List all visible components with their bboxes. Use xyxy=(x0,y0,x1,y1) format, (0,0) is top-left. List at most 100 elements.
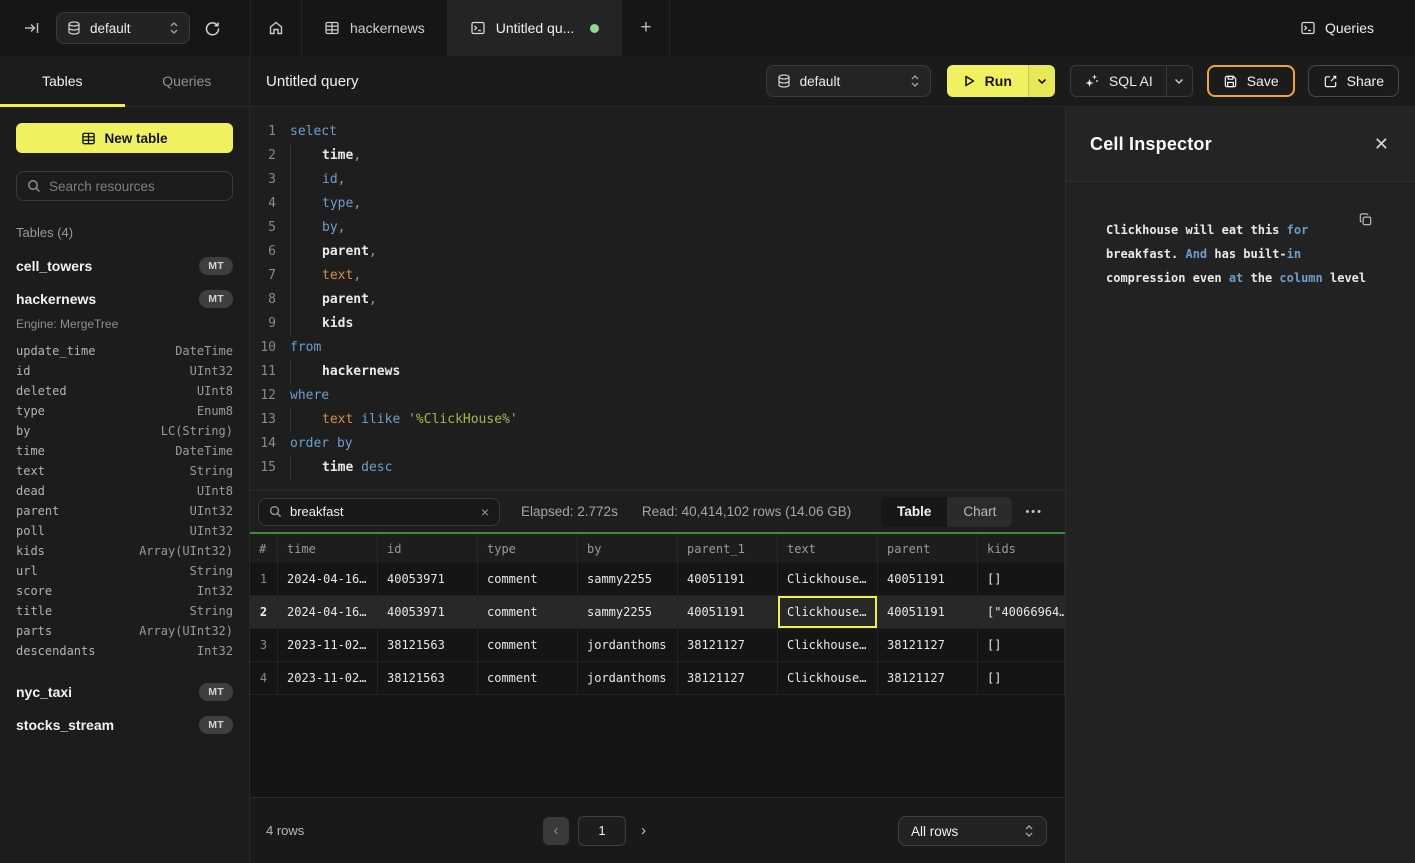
copy-icon[interactable] xyxy=(1358,212,1373,227)
sidebar-tab-queries[interactable]: Queries xyxy=(125,56,250,106)
table-cell[interactable]: 40051191 xyxy=(678,563,778,595)
table-cell[interactable]: 38121563 xyxy=(378,662,478,694)
table-cell[interactable]: 2024-04-16… xyxy=(278,563,378,595)
column-row[interactable]: descendantsInt32 xyxy=(16,641,233,661)
table-cell[interactable]: 38121127 xyxy=(678,662,778,694)
sidebar-item-cell-towers[interactable]: cell_towers MT xyxy=(16,249,233,282)
close-icon[interactable]: ✕ xyxy=(1374,135,1389,153)
table-cell[interactable]: jordanthoms xyxy=(578,662,678,694)
column-header-type[interactable]: type xyxy=(478,534,578,563)
column-header-time[interactable]: time xyxy=(278,534,378,563)
column-row[interactable]: titleString xyxy=(16,601,233,621)
database-selector[interactable]: default xyxy=(56,12,190,44)
table-cell[interactable]: comment xyxy=(478,662,578,694)
column-row[interactable]: update_timeDateTime xyxy=(16,341,233,361)
sidebar-tab-tables[interactable]: Tables xyxy=(0,56,125,106)
table-cell[interactable]: comment xyxy=(478,563,578,595)
code-line[interactable]: 9kids xyxy=(250,312,1065,336)
results-search-input[interactable] xyxy=(290,504,473,519)
run-button[interactable]: Run xyxy=(947,65,1055,97)
run-button-main[interactable]: Run xyxy=(947,65,1028,97)
tab-untitled-query[interactable]: Untitled qu... xyxy=(448,0,623,56)
table-cell[interactable]: 38121127 xyxy=(678,629,778,661)
table-row[interactable]: 42023-11-02…38121563commentjordanthoms38… xyxy=(250,662,1065,695)
code-line[interactable]: 1select xyxy=(250,120,1065,144)
code-line[interactable]: 15time desc xyxy=(250,456,1065,480)
table-row[interactable]: 22024-04-16…40053971commentsammy22554005… xyxy=(250,596,1065,629)
column-header-id[interactable]: id xyxy=(378,534,478,563)
new-tab-button[interactable]: + xyxy=(622,0,670,56)
view-tab-chart[interactable]: Chart xyxy=(947,497,1012,527)
prev-page-button[interactable]: ‹ xyxy=(543,817,569,845)
page-size-selector[interactable]: All rows xyxy=(898,816,1047,846)
code-line[interactable]: 14order by xyxy=(250,432,1065,456)
run-options-caret[interactable] xyxy=(1028,65,1055,97)
table-cell[interactable]: Clickhouse… xyxy=(778,629,878,661)
sql-ai-button[interactable]: SQL AI xyxy=(1070,65,1193,97)
code-line[interactable]: 12where xyxy=(250,384,1065,408)
code-line[interactable]: 11hackernews xyxy=(250,360,1065,384)
column-row[interactable]: scoreInt32 xyxy=(16,581,233,601)
column-row[interactable]: textString xyxy=(16,461,233,481)
table-cell[interactable]: 40053971 xyxy=(378,596,478,628)
tab-home[interactable] xyxy=(250,0,302,56)
resource-search[interactable] xyxy=(16,171,233,201)
column-row[interactable]: parentUInt32 xyxy=(16,501,233,521)
table-cell[interactable]: 2023-11-02… xyxy=(278,629,378,661)
queries-menu-button[interactable]: Queries xyxy=(1300,0,1415,56)
table-cell[interactable]: 2024-04-16… xyxy=(278,596,378,628)
next-page-button[interactable]: › xyxy=(641,822,646,839)
column-row[interactable]: deadUInt8 xyxy=(16,481,233,501)
table-cell[interactable]: [] xyxy=(978,629,1065,661)
table-cell[interactable]: comment xyxy=(478,596,578,628)
save-button[interactable]: Save xyxy=(1207,65,1295,97)
table-cell[interactable]: 40051191 xyxy=(878,596,978,628)
sql-editor[interactable]: 1select2time,3id,4type,5by,6parent,7text… xyxy=(250,107,1065,490)
sql-ai-main[interactable]: SQL AI xyxy=(1071,66,1166,96)
collapse-sidebar-icon[interactable] xyxy=(24,20,40,36)
table-row[interactable]: 32023-11-02…38121563commentjordanthoms38… xyxy=(250,629,1065,662)
code-line[interactable]: 8parent, xyxy=(250,288,1065,312)
row-number-cell[interactable]: 2 xyxy=(250,596,278,628)
code-line[interactable]: 3id, xyxy=(250,168,1065,192)
table-cell[interactable]: [] xyxy=(978,662,1065,694)
code-line[interactable]: 4type, xyxy=(250,192,1065,216)
row-number-cell[interactable]: 3 xyxy=(250,629,278,661)
table-row[interactable]: 12024-04-16…40053971commentsammy22554005… xyxy=(250,563,1065,596)
column-row[interactable]: kidsArray(UInt32) xyxy=(16,541,233,561)
new-table-button[interactable]: New table xyxy=(16,123,233,153)
table-cell[interactable]: 2023-11-02… xyxy=(278,662,378,694)
code-line[interactable]: 6parent, xyxy=(250,240,1065,264)
column-row[interactable]: urlString xyxy=(16,561,233,581)
page-number-input[interactable] xyxy=(578,816,626,846)
column-row[interactable]: timeDateTime xyxy=(16,441,233,461)
table-cell[interactable]: [] xyxy=(978,563,1065,595)
column-header-parent_1[interactable]: parent_1 xyxy=(678,534,778,563)
sidebar-item-hackernews[interactable]: hackernews MT xyxy=(16,282,233,315)
table-cell[interactable]: jordanthoms xyxy=(578,629,678,661)
column-row[interactable]: partsArray(UInt32) xyxy=(16,621,233,641)
column-header-parent[interactable]: parent xyxy=(878,534,978,563)
table-cell[interactable]: 38121127 xyxy=(878,662,978,694)
column-header-num[interactable]: # xyxy=(250,534,278,563)
table-cell[interactable]: ["40066964… xyxy=(978,596,1065,628)
row-number-cell[interactable]: 1 xyxy=(250,563,278,595)
search-input[interactable] xyxy=(49,179,222,194)
column-row[interactable]: pollUInt32 xyxy=(16,521,233,541)
sidebar-item-stocks-stream[interactable]: stocks_stream MT xyxy=(16,708,233,741)
table-cell[interactable]: sammy2255 xyxy=(578,596,678,628)
code-line[interactable]: 10from xyxy=(250,336,1065,360)
code-line[interactable]: 5by, xyxy=(250,216,1065,240)
column-header-by[interactable]: by xyxy=(578,534,678,563)
table-cell[interactable]: 40053971 xyxy=(378,563,478,595)
table-cell[interactable]: comment xyxy=(478,629,578,661)
table-cell[interactable]: Clickhouse… xyxy=(778,662,878,694)
table-cell[interactable]: sammy2255 xyxy=(578,563,678,595)
table-cell[interactable]: Clickhouse… xyxy=(778,563,878,595)
table-cell[interactable]: 40051191 xyxy=(678,596,778,628)
column-row[interactable]: deletedUInt8 xyxy=(16,381,233,401)
table-cell[interactable]: Clickhouse… xyxy=(778,596,878,628)
sql-ai-caret[interactable] xyxy=(1166,66,1192,96)
sidebar-item-nyc-taxi[interactable]: nyc_taxi MT xyxy=(16,675,233,708)
results-search[interactable]: × xyxy=(258,498,500,526)
